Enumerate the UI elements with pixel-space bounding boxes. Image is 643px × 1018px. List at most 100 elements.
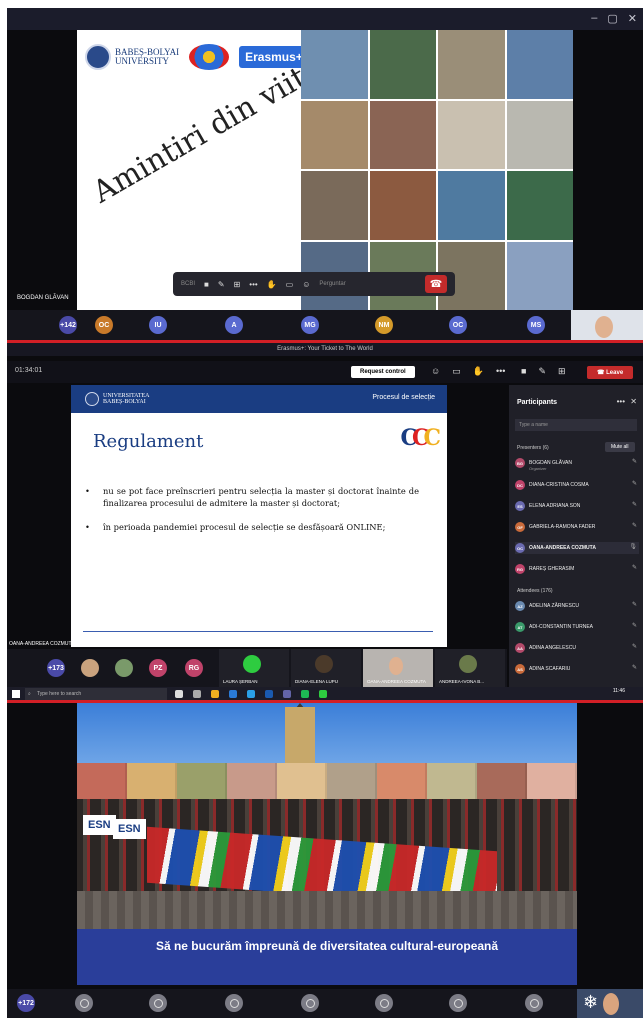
participant-avatar[interactable]: MS [527,316,545,334]
participant-row[interactable]: ES ELENA ADRIANA SON ✎ [515,500,639,512]
participant-row[interactable]: GF GABRIELA-RAMONA FADER ✎ [515,521,639,533]
participant-row[interactable]: AT ADI-CONSTANTIN TURNEA ✎ [515,621,639,633]
windows-start-icon[interactable] [12,690,20,698]
mic-off-icon: ✎ [631,644,637,650]
search-icon: ⌕ [28,691,31,697]
more-options-icon[interactable]: ••• [496,366,505,377]
person-video-icon [603,993,619,1015]
participant-search-input[interactable]: Type a name [515,419,637,431]
participant-row-active[interactable]: OC OANA-ANDREEA COZMUTA 🎙 [515,542,639,554]
collage-photo [438,30,505,99]
participant-overflow[interactable]: +142 [59,316,77,334]
mic-off-icon: ✎ [631,481,637,487]
share-icon[interactable]: ⊞ [558,366,566,377]
participant-video-tile[interactable]: OANA-ANDREEA COZMUTA [363,649,433,687]
participant-avatar[interactable]: A [225,316,243,334]
self-video-tile[interactable] [571,310,643,340]
word-icon[interactable] [265,690,273,698]
file-explorer-icon[interactable] [211,690,219,698]
slide-bullets: • nu se pot face preînscrieri pentru sele… [85,485,419,545]
camera-icon[interactable]: ■ [204,280,209,289]
cobblestone-ground [77,891,577,929]
mute-all-button[interactable]: Mute all [605,442,635,452]
participant-avatar[interactable]: RG [185,659,203,677]
participant-row[interactable]: AZ ADELINA ZĂRNESCU ✎ [515,600,639,612]
meeting-toolbar: 01:34:01 Request control ☺ ▭ ✋ ••• ■ ✎ ⊞… [7,361,643,383]
user-avatar-icon[interactable] [449,994,467,1012]
participant-row[interactable]: AA ADINA ANGELESCU ✎ [515,642,639,654]
participant-tile[interactable]: LAURA ȘERBAN [219,649,289,687]
mic-off-icon: ✎ [631,523,637,529]
participant-avatar[interactable]: NM [375,316,393,334]
collage-photo [506,100,573,169]
callbar-label: BCBI [181,281,196,287]
participant-row[interactable]: DC DIANA-CRISTINA COSMA ✎ [515,479,639,491]
request-control-button[interactable]: Request control [351,366,415,378]
university-seal-icon [85,392,99,406]
collage-photo [301,30,368,99]
participant-overflow[interactable]: +172 [17,994,35,1012]
ubb-logo: UNIVERSITATEA BABEȘ-BOLYAI [85,392,150,406]
task-view-icon[interactable] [175,690,183,698]
teams-call-window-2: Erasmus+: Your Ticket to The World 01:34… [7,343,643,701]
mic-on-icon: 🎙 [629,544,637,550]
user-avatar-icon[interactable] [525,994,543,1012]
widgets-icon[interactable] [193,690,201,698]
more-options-icon[interactable]: ••• [617,397,625,406]
edge-icon[interactable] [247,690,255,698]
participant-row[interactable]: RG RAREȘ GHERASIM ✎ [515,563,639,575]
participants-icon[interactable]: ☺ [302,280,310,289]
user-avatar-icon[interactable] [225,994,243,1012]
more-options-icon[interactable]: ••• [249,280,257,289]
participant-avatar[interactable]: OC [449,316,467,334]
shared-screen-slide: ESN ESN Să ne bucurăm împreună de divers… [77,703,577,985]
participant-tile[interactable]: ANDREEA-IVONA B... [435,649,505,687]
user-avatar-icon[interactable] [75,994,93,1012]
camera-icon[interactable]: ■ [521,366,526,377]
self-video-tile[interactable]: ❄ [577,989,643,1018]
participant-overflow[interactable]: +173 [47,659,65,677]
mic-off-icon[interactable]: ✎ [218,280,225,289]
participant-row[interactable]: BG BOGDAN GLĂVAN Organizer ✎ [515,457,639,471]
participant-photo[interactable] [115,659,133,677]
presenter-name: BOGDAN GLĂVAN [17,295,69,301]
photo-collage [301,30,573,310]
raise-hand-icon[interactable]: ✋ [473,366,484,377]
collage-photo [369,171,436,240]
participants-icon[interactable]: ☺ [431,366,440,377]
user-avatar-icon[interactable] [149,994,167,1012]
collage-photo [506,241,573,310]
mic-off-icon[interactable]: ✎ [538,366,546,377]
slide-header: UNIVERSITATEA BABEȘ-BOLYAI Procesul de se… [71,385,447,413]
chat-icon[interactable]: ▭ [286,280,294,289]
chat-icon[interactable]: ▭ [452,366,461,377]
hang-up-button[interactable]: ☎ [425,275,447,293]
spotify-icon[interactable] [301,690,309,698]
participant-avatar[interactable]: MG [301,316,319,334]
call-controls-bar: BCBI ■ ✎ ⊞ ••• ✋ ▭ ☺ Perguntar ☎ [173,272,455,296]
mail-icon[interactable] [229,690,237,698]
user-avatar-icon[interactable] [375,994,393,1012]
taskbar-apps [175,690,327,698]
taskbar-search-input[interactable]: ⌕ Type here to search [25,688,167,700]
app-icon[interactable] [319,690,327,698]
leave-button[interactable]: ☎ Leave [587,366,634,379]
teams-icon[interactable] [283,690,291,698]
participant-avatar[interactable]: OC [95,316,113,334]
participant-tile[interactable]: DIANA-ELENA LUPU [291,649,361,687]
close-icon[interactable]: ✕ [630,397,637,406]
close-icon[interactable]: ✕ [628,12,637,25]
snowflake-icon: ❄ [583,992,599,1012]
participant-avatar[interactable]: IU [149,316,167,334]
collage-photo [369,30,436,99]
participant-avatar[interactable]: PZ [149,659,167,677]
raise-hand-icon[interactable]: ✋ [267,280,277,289]
maximize-icon[interactable]: ▢ [607,12,617,25]
collage-photo [506,30,573,99]
callbar-hint: Perguntar [319,281,346,287]
participant-photo[interactable] [81,659,99,677]
participant-row[interactable]: AS ADINA SCAFARIU ✎ [515,663,639,675]
user-avatar-icon[interactable] [301,994,319,1012]
share-icon[interactable]: ⊞ [234,280,241,289]
minimize-icon[interactable]: – [591,12,597,25]
